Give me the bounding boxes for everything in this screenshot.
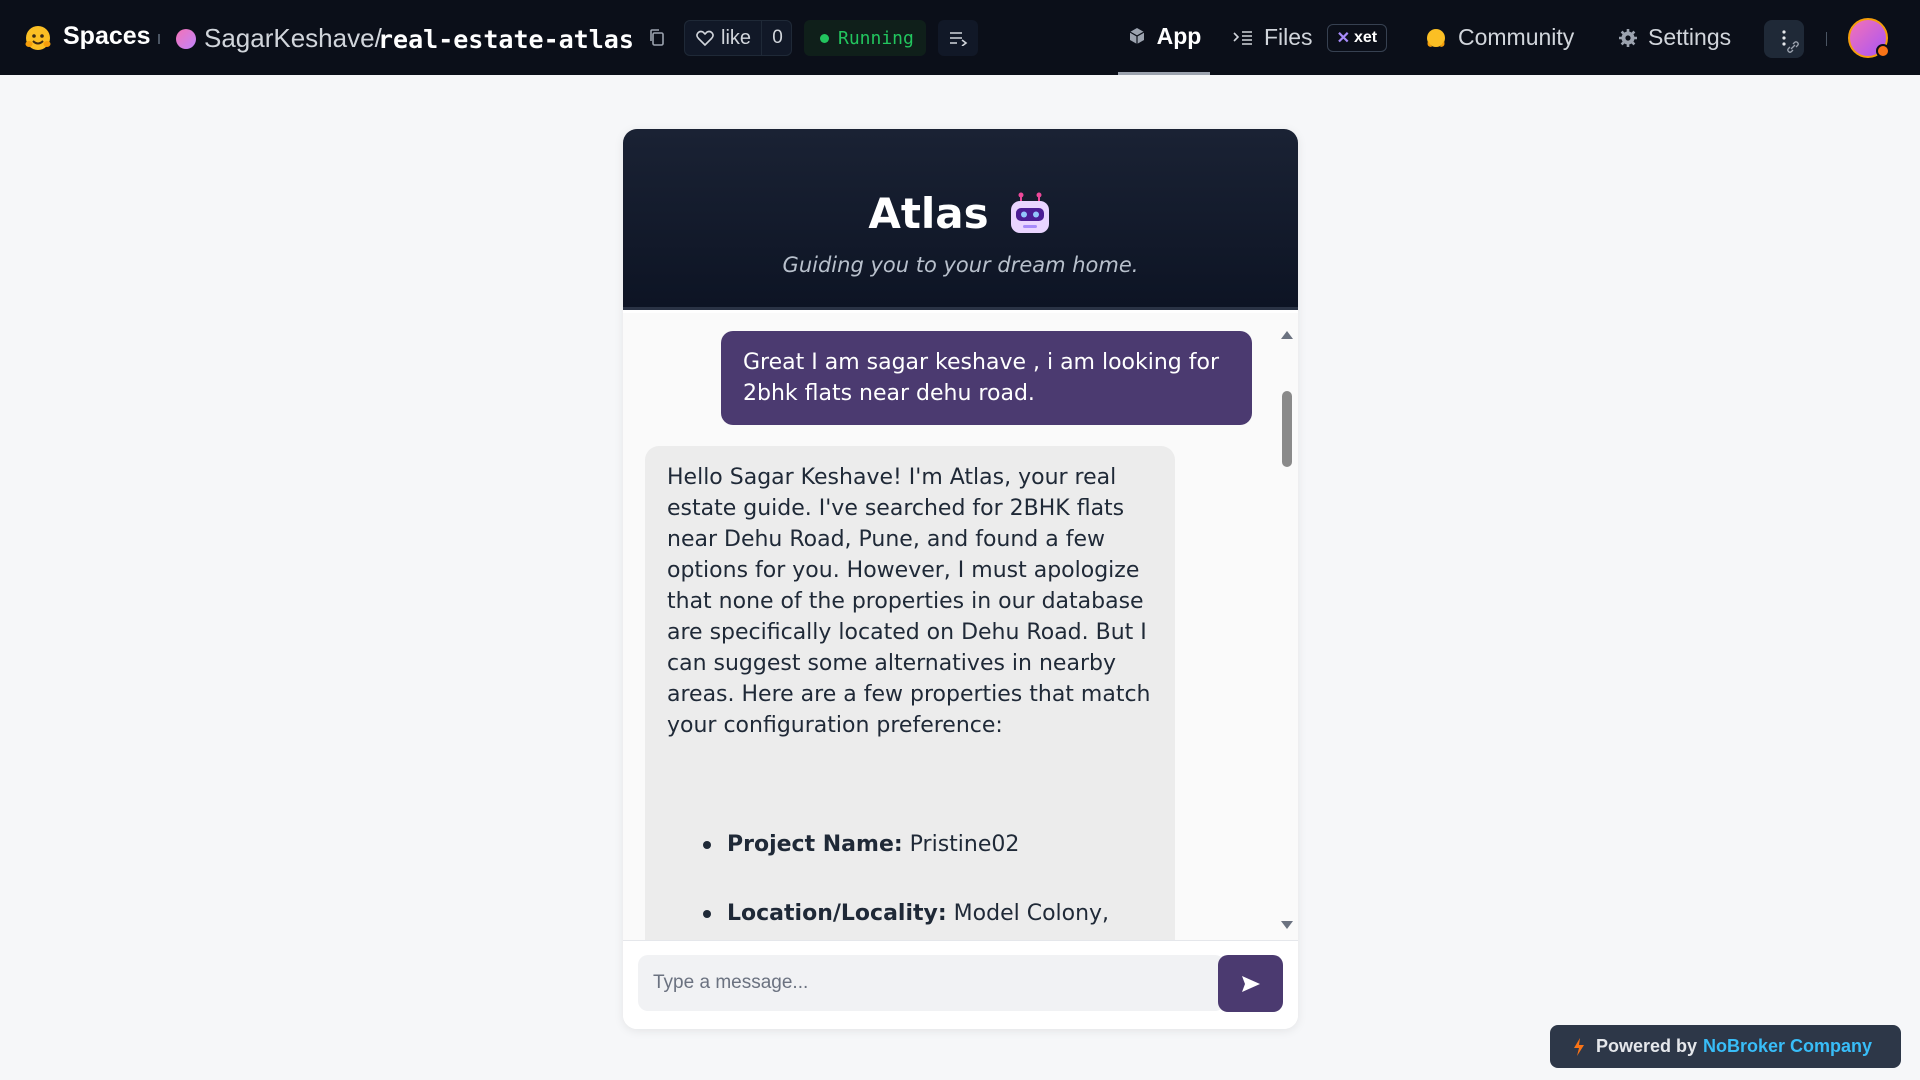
scroll-down-arrow-icon[interactable] bbox=[1280, 919, 1294, 931]
tab-community-label: Community bbox=[1458, 24, 1575, 50]
xet-x-icon: ✕ bbox=[1336, 29, 1350, 47]
like-label: like bbox=[721, 26, 752, 49]
bot-message-text: Hello Sagar Keshave! I'm Atlas, your rea… bbox=[667, 465, 1151, 738]
list-item-key: Location/Locality: bbox=[727, 901, 947, 926]
status-text: Running bbox=[838, 27, 914, 49]
scrollbar-thumb[interactable] bbox=[1282, 391, 1292, 467]
list-item-value: Model Colony, bbox=[953, 901, 1110, 926]
tab-settings[interactable]: Settings bbox=[1618, 0, 1731, 75]
copy-icon[interactable] bbox=[648, 28, 666, 48]
cube-icon bbox=[1129, 28, 1144, 44]
message-composer bbox=[623, 940, 1298, 1029]
heart-icon bbox=[696, 30, 714, 47]
scrollbar[interactable] bbox=[1279, 329, 1295, 929]
spaces-link[interactable]: Spaces bbox=[63, 22, 151, 51]
logs-button[interactable] bbox=[938, 20, 978, 56]
user-separator bbox=[1826, 32, 1827, 46]
powered-by-badge[interactable]: Powered by NoBroker Company bbox=[1550, 1025, 1901, 1068]
user-message: Great I am sagar keshave , i am looking … bbox=[721, 331, 1252, 425]
space-owner-text: SagarKeshave bbox=[204, 23, 375, 53]
xet-badge: ✕ xet bbox=[1326, 23, 1388, 52]
tab-community[interactable]: Community bbox=[1424, 0, 1574, 75]
space-owner-link[interactable]: SagarKeshave/ bbox=[204, 23, 382, 54]
tab-files[interactable]: Files ✕ xet bbox=[1232, 0, 1388, 75]
tab-app[interactable]: App bbox=[1118, 0, 1210, 75]
community-icon bbox=[1427, 28, 1445, 47]
chat-body: Great I am sagar keshave , i am looking … bbox=[623, 313, 1298, 1029]
chat-header: Atlas Guiding you to your dream home. bbox=[623, 129, 1298, 310]
like-button[interactable]: like 0 bbox=[684, 20, 792, 56]
status-dot-icon bbox=[820, 33, 829, 43]
xet-label: xet bbox=[1353, 28, 1378, 46]
message-input[interactable] bbox=[638, 955, 1225, 1011]
lightning-icon bbox=[1574, 1037, 1584, 1056]
chat-title: Atlas bbox=[868, 189, 989, 238]
notification-dot-icon bbox=[1876, 44, 1890, 58]
list-item: Location/Locality: Model Colony, bbox=[703, 898, 1157, 929]
like-count[interactable]: 0 bbox=[761, 21, 793, 55]
chat-title-row: Atlas bbox=[623, 189, 1298, 238]
gear-icon bbox=[1619, 28, 1637, 47]
chat-card: Atlas Guiding you to your dream home. Gr… bbox=[623, 129, 1298, 1029]
bot-message: Hello Sagar Keshave! I'm Atlas, your rea… bbox=[645, 446, 1175, 966]
hugging-face-logo-icon[interactable] bbox=[24, 24, 52, 52]
space-name-link[interactable]: real-estate-atlas bbox=[378, 25, 634, 54]
tab-app-label: App bbox=[1156, 22, 1202, 49]
list-item-value: Pristine02 bbox=[909, 832, 1020, 857]
logs-icon bbox=[950, 32, 968, 46]
top-navbar: Spaces SagarKeshave/ real-estate-atlas l… bbox=[0, 0, 1920, 75]
user-avatar[interactable] bbox=[1848, 18, 1890, 58]
space-avatar bbox=[176, 29, 196, 49]
message-list[interactable]: Great I am sagar keshave , i am looking … bbox=[623, 313, 1278, 1029]
robot-icon bbox=[1010, 192, 1049, 233]
send-button[interactable] bbox=[1218, 955, 1283, 1012]
send-arrow-icon bbox=[1241, 975, 1260, 992]
more-options-button[interactable] bbox=[1764, 20, 1804, 58]
powered-by-label: Powered by bbox=[1596, 1036, 1698, 1056]
list-item: Project Name: Pristine02 bbox=[703, 829, 1157, 860]
tab-files-label: Files bbox=[1264, 24, 1313, 50]
files-icon bbox=[1233, 30, 1252, 45]
nav-separator bbox=[158, 34, 160, 44]
tab-settings-label: Settings bbox=[1648, 24, 1732, 50]
powered-by-brand: NoBroker Company bbox=[1703, 1036, 1873, 1056]
scroll-up-arrow-icon[interactable] bbox=[1280, 329, 1294, 341]
list-item-key: Project Name: bbox=[727, 832, 903, 857]
chat-subtitle: Guiding you to your dream home. bbox=[782, 253, 1139, 277]
link-icon bbox=[1787, 41, 1799, 53]
status-badge[interactable]: Running bbox=[804, 20, 926, 56]
